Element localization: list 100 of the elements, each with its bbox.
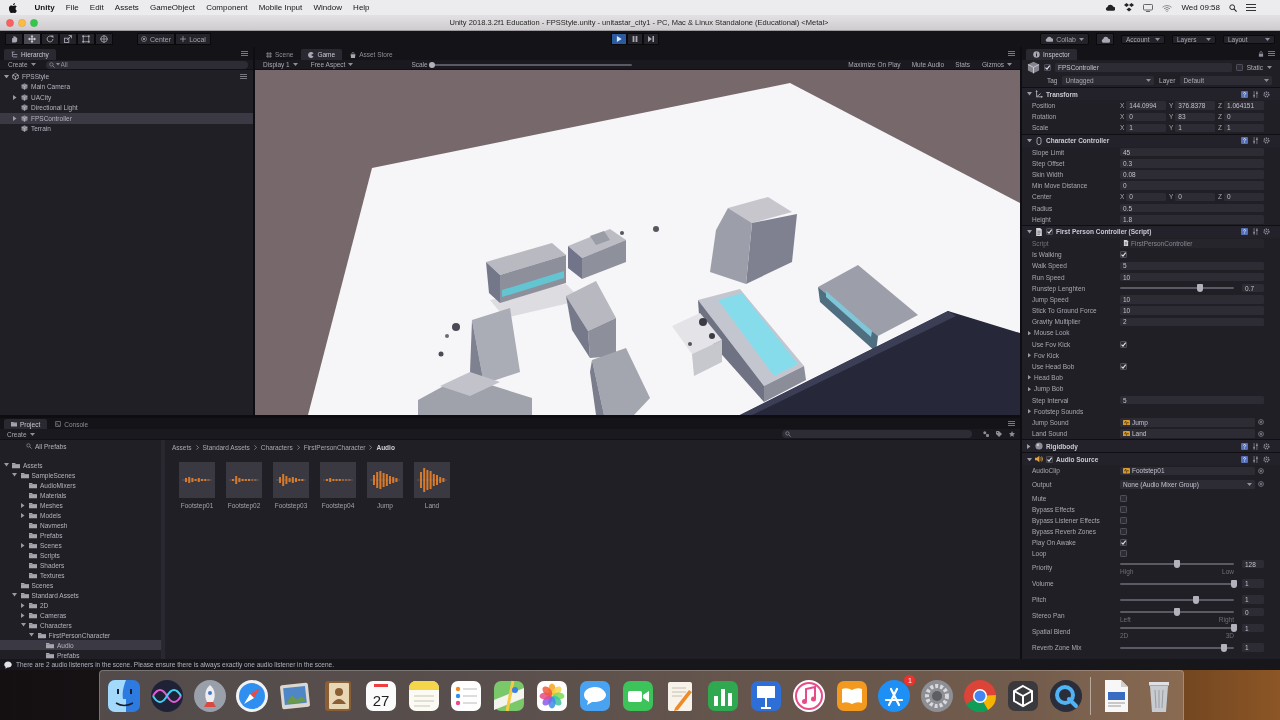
scale-slider-track[interactable] (431, 63, 632, 66)
folder-icon (46, 641, 54, 649)
disclosure-triangle-icon[interactable] (12, 593, 17, 597)
disclosure-triangle-icon[interactable] (21, 512, 25, 518)
letter-a-icon[interactable] (876, 677, 913, 714)
checkbox[interactable] (1120, 528, 1127, 536)
slider-track[interactable] (1120, 563, 1234, 566)
slider-thumb[interactable] (1174, 608, 1180, 617)
slider-thumb[interactable] (1220, 643, 1227, 652)
disclosure-triangle-icon[interactable] (3, 74, 9, 78)
slider-track[interactable] (1120, 627, 1234, 630)
disclosure-triangle-icon[interactable] (1026, 457, 1032, 461)
monitor-icon[interactable] (1143, 3, 1154, 12)
slider-track[interactable] (1120, 646, 1234, 649)
slider-thumb[interactable] (1231, 579, 1237, 588)
menu-item[interactable]: Window (307, 0, 348, 15)
play-button[interactable] (611, 33, 627, 45)
checkbox[interactable] (1046, 228, 1053, 236)
checkbox[interactable] (1120, 550, 1127, 558)
waveform-thumbnail[interactable] (179, 462, 215, 498)
menu-bar-clock[interactable]: Wed 09:58 (1181, 3, 1220, 12)
disclosure-triangle-icon[interactable] (1026, 138, 1032, 143)
tool-button[interactable] (77, 33, 95, 45)
disclosure-triangle-icon[interactable] (12, 473, 17, 477)
checkbox[interactable] (1120, 505, 1127, 513)
slider-track[interactable] (1120, 598, 1234, 601)
waveform-thumbnail[interactable] (320, 462, 356, 498)
slider-thumb[interactable] (428, 61, 435, 68)
tool-button[interactable] (41, 33, 59, 45)
menu-item[interactable]: Component (200, 0, 254, 15)
search-field[interactable] (782, 430, 972, 438)
letter-q-icon[interactable] (1047, 677, 1084, 714)
waveform-thumbnail[interactable] (273, 462, 309, 498)
checkbox[interactable] (1044, 64, 1051, 71)
segmented-circle-icon[interactable] (961, 677, 998, 714)
disclosure-triangle-icon[interactable] (21, 612, 25, 618)
search-icon[interactable] (1229, 3, 1237, 12)
disclosure-triangle-icon[interactable] (21, 542, 25, 548)
disclosure-triangle-icon[interactable] (1028, 386, 1031, 392)
tool-button[interactable] (23, 33, 41, 45)
menu-item[interactable]: Assets (109, 0, 145, 15)
cloud-icon[interactable] (1105, 4, 1116, 11)
grid-icon (266, 51, 272, 58)
slider-thumb[interactable] (1193, 595, 1200, 604)
menu-item[interactable]: GameObject (144, 0, 201, 15)
waveform-thumbnail[interactable] (367, 462, 403, 498)
menu-item[interactable]: File (60, 0, 85, 15)
cube-icon (21, 125, 28, 133)
menu-item[interactable]: Unity (29, 0, 61, 15)
checkbox[interactable] (1120, 494, 1127, 502)
tool-button[interactable] (5, 33, 23, 45)
tool-button[interactable] (59, 33, 77, 45)
disclosure-triangle-icon[interactable] (1028, 330, 1031, 336)
disclosure-triangle-icon[interactable] (21, 502, 25, 508)
checkbox[interactable] (1046, 455, 1053, 463)
checkbox[interactable] (1120, 539, 1127, 547)
chevron-right-icon (296, 445, 300, 450)
step-icon (648, 36, 654, 42)
slider-thumb[interactable] (1231, 624, 1237, 633)
speech-bubble-icon (4, 660, 12, 669)
disclosure-triangle-icon[interactable] (1026, 230, 1032, 234)
checkbox[interactable] (1120, 251, 1127, 259)
disclosure-triangle-icon[interactable] (1027, 443, 1031, 449)
checkbox[interactable] (1235, 64, 1243, 71)
disclosure-triangle-icon[interactable] (29, 633, 34, 637)
slider-thumb[interactable] (1196, 284, 1203, 293)
slider-thumb[interactable] (1174, 560, 1180, 569)
menu-item[interactable]: Mobile Input (253, 0, 308, 15)
slider-track[interactable] (1120, 287, 1234, 290)
gear-icon[interactable] (919, 677, 956, 714)
disclosure-triangle-icon[interactable] (20, 623, 26, 627)
disclosure-triangle-icon[interactable] (1026, 92, 1032, 96)
diamond-pattern-icon[interactable] (1124, 3, 1135, 12)
compass-icon[interactable] (234, 677, 271, 714)
disclosure-triangle-icon[interactable] (1028, 353, 1031, 358)
pause-button[interactable] (627, 33, 643, 45)
waveform-thumbnail[interactable] (226, 462, 262, 498)
wave-circle-icon[interactable] (148, 677, 185, 714)
disclosure-triangle-icon[interactable] (13, 94, 17, 100)
list-icon[interactable] (1246, 4, 1256, 11)
folder-icon (11, 421, 17, 427)
step-button[interactable] (643, 33, 659, 45)
apple-logo-icon[interactable] (9, 2, 17, 13)
disclosure-triangle-icon[interactable] (1028, 375, 1031, 380)
disclosure-triangle-icon[interactable] (13, 115, 17, 121)
checkbox[interactable] (1120, 516, 1127, 524)
waveform-thumbnail[interactable] (414, 462, 450, 498)
checkbox[interactable] (1120, 340, 1127, 348)
smiling-face-icon[interactable] (106, 677, 143, 714)
menu-item[interactable]: Help (347, 0, 376, 15)
disclosure-triangle-icon[interactable] (21, 602, 25, 608)
disclosure-triangle-icon[interactable] (3, 463, 9, 467)
cloud-button[interactable] (1096, 33, 1114, 45)
slider-track[interactable] (1120, 611, 1234, 614)
music-note-icon[interactable] (790, 677, 827, 714)
rocket-icon[interactable] (191, 677, 228, 714)
disclosure-triangle-icon[interactable] (1028, 409, 1031, 414)
menu-item[interactable]: Edit (84, 0, 110, 15)
checkbox[interactable] (1120, 363, 1127, 371)
slider-track[interactable] (1120, 582, 1234, 585)
